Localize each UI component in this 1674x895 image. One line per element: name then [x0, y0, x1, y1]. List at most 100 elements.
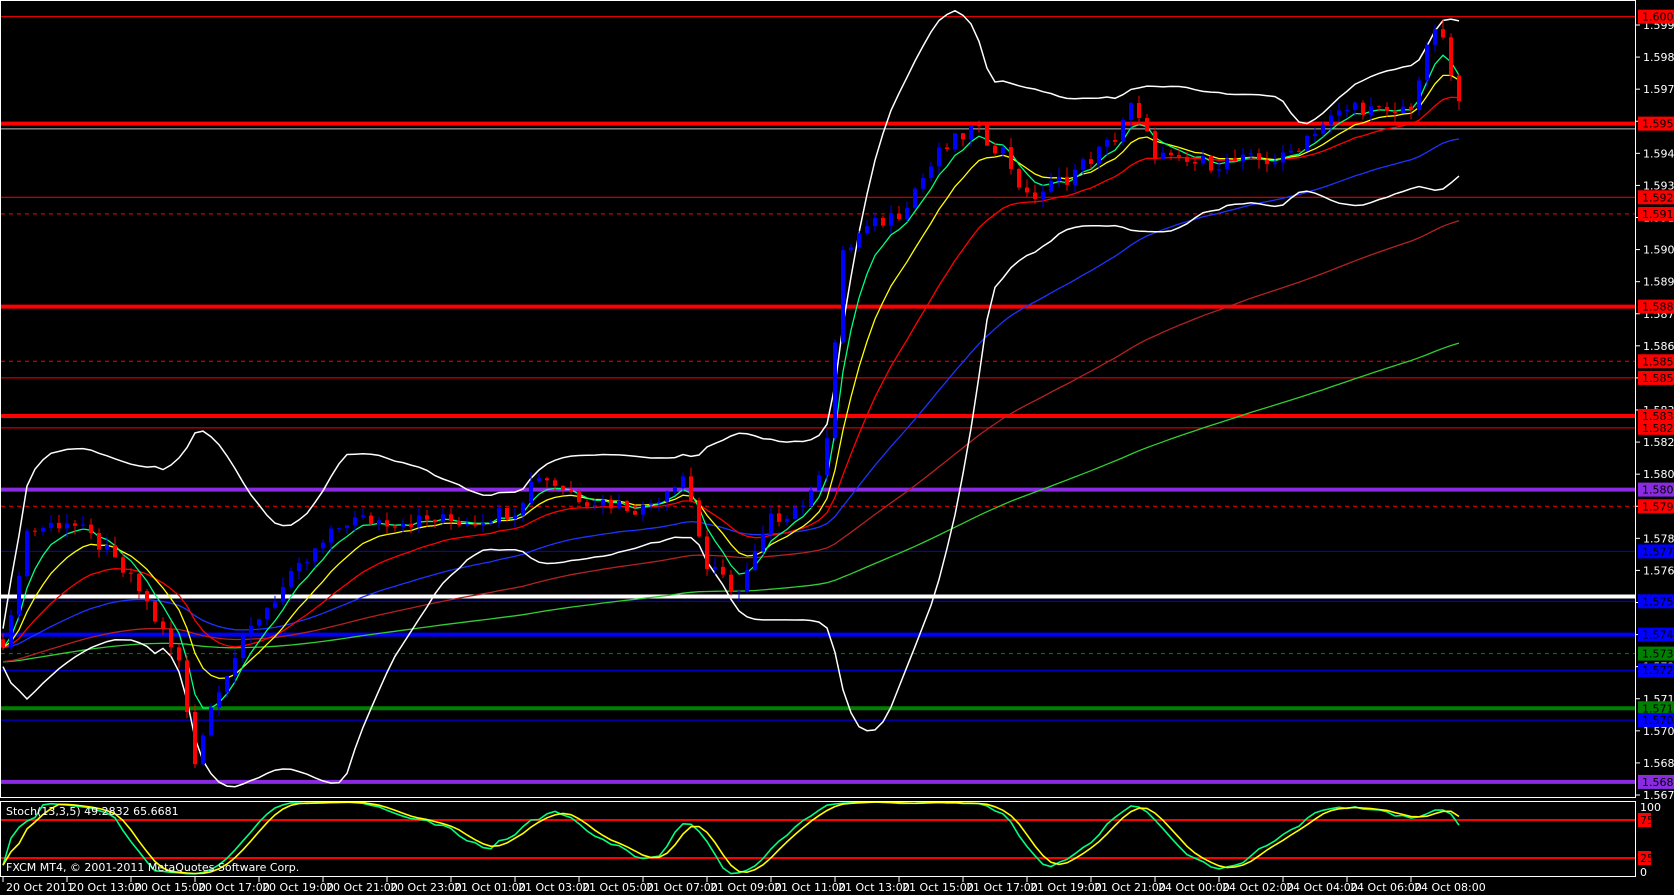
price-line-label-text: 1.59260: [1642, 191, 1674, 204]
time-tick-label: 21 Oct 11:00: [774, 881, 846, 894]
candle-body: [553, 480, 557, 486]
candle-body: [1137, 103, 1141, 118]
candle-body: [281, 586, 285, 603]
candle-body: [1065, 176, 1069, 185]
candle-body: [1073, 169, 1077, 185]
candle-body: [1057, 176, 1061, 181]
candle-body: [561, 485, 565, 490]
price-tick-label: 1.58905: [1643, 276, 1674, 289]
candle-body: [513, 515, 517, 519]
candle-body: [1257, 153, 1261, 160]
candle-body: [1393, 110, 1397, 114]
candle-body: [1457, 75, 1461, 102]
candle-body: [1033, 192, 1037, 199]
price-tick-label: 1.58230: [1643, 436, 1674, 449]
candle: [17, 571, 21, 623]
price-line-label: 1.59190: [1638, 206, 1674, 221]
time-tick-label: 20 Oct 15:00: [134, 881, 206, 894]
candle: [201, 732, 205, 766]
candle-body: [937, 147, 941, 167]
candle-body: [169, 629, 173, 648]
candle-body: [585, 502, 589, 507]
candle-body: [825, 438, 829, 476]
candle-body: [1409, 106, 1413, 110]
candle-body: [353, 517, 357, 526]
time-tick-label: 20 Oct 19:00: [262, 881, 334, 894]
candle-body: [977, 125, 981, 127]
candle-body: [1201, 156, 1205, 164]
candle-body: [1009, 147, 1013, 169]
candle-body: [177, 647, 181, 661]
candle-body: [129, 572, 133, 574]
candle-body: [857, 233, 861, 248]
price-line-label-text: 1.60020: [1642, 11, 1674, 24]
candle: [185, 655, 189, 719]
price-line-label: 1.57560: [1638, 594, 1674, 609]
candle-body: [1353, 102, 1357, 111]
candle-body: [713, 566, 717, 569]
time-tick-label: 24 Oct 04:00: [1286, 881, 1358, 894]
candle-body: [1217, 169, 1221, 171]
price-line-label-text: 1.58800: [1642, 301, 1674, 314]
price-tick-label: 1.57825: [1643, 532, 1674, 545]
candle-body: [361, 515, 365, 518]
stochastic-level-label: 75: [1640, 814, 1654, 827]
chart-canvas[interactable]: 1.599851.598501.597151.595801.594451.593…: [0, 0, 1674, 895]
price-tick-label: 1.57690: [1643, 564, 1674, 577]
candle-body: [1449, 37, 1453, 76]
candle-body: [705, 536, 709, 569]
candle-body: [489, 522, 493, 524]
price-line-label-text: 1.57420: [1642, 629, 1674, 642]
price-tick-label: 1.59040: [1643, 244, 1674, 257]
price-line-label-text: 1.57060: [1642, 714, 1674, 727]
candle-body: [265, 607, 269, 620]
price-line-label: 1.58500: [1638, 370, 1674, 385]
candle: [1121, 117, 1125, 146]
time-tick-label: 20 Oct 13:00: [70, 881, 142, 894]
candle-body: [393, 526, 397, 528]
candle-body: [673, 487, 677, 492]
candle-body: [569, 489, 573, 493]
candle-body: [1337, 110, 1341, 116]
candle: [705, 529, 709, 576]
candle-body: [1377, 106, 1381, 108]
candle-body: [121, 557, 125, 573]
candle-body: [1441, 29, 1445, 38]
candle-body: [961, 133, 965, 140]
time-tick-label: 21 Oct 19:00: [1030, 881, 1102, 894]
candle-body: [849, 247, 853, 251]
candle-body: [985, 125, 989, 146]
candle-body: [1297, 150, 1301, 152]
candle-body: [145, 591, 149, 602]
candle: [913, 186, 917, 210]
candle-body: [465, 523, 469, 526]
candle: [985, 124, 989, 147]
stochastic-axis-label: 0: [1640, 866, 1647, 879]
stochastic-label: Stoch(13,3,5) 49.2832 65.6681: [6, 805, 179, 818]
candle: [1417, 76, 1421, 116]
candle-body: [401, 523, 405, 527]
price-line-label: 1.57960: [1638, 499, 1674, 514]
candle-body: [1345, 110, 1349, 112]
candle: [153, 600, 157, 624]
price-tick-label: 1.59445: [1643, 147, 1674, 160]
candle: [193, 704, 197, 769]
price-line-label-text: 1.58030: [1642, 484, 1674, 497]
time-tick-label: 21 Oct 21:00: [1094, 881, 1166, 894]
candle-body: [577, 492, 581, 503]
price-line-label-text: 1.59190: [1642, 208, 1674, 221]
candle-body: [297, 562, 301, 571]
candle-body: [1313, 133, 1317, 136]
candle-body: [697, 500, 701, 537]
time-tick-label: 21 Oct 09:00: [710, 881, 782, 894]
candle: [1017, 167, 1021, 191]
price-line-label-text: 1.57560: [1642, 595, 1674, 608]
price-line-label: 1.58290: [1638, 420, 1674, 435]
candle-body: [161, 621, 165, 630]
candle-body: [193, 711, 197, 765]
candle-body: [1097, 146, 1101, 165]
candle-body: [1, 639, 5, 648]
candle-body: [1185, 156, 1189, 162]
price-line-label: 1.59570: [1638, 116, 1674, 131]
candle-body: [497, 508, 501, 523]
